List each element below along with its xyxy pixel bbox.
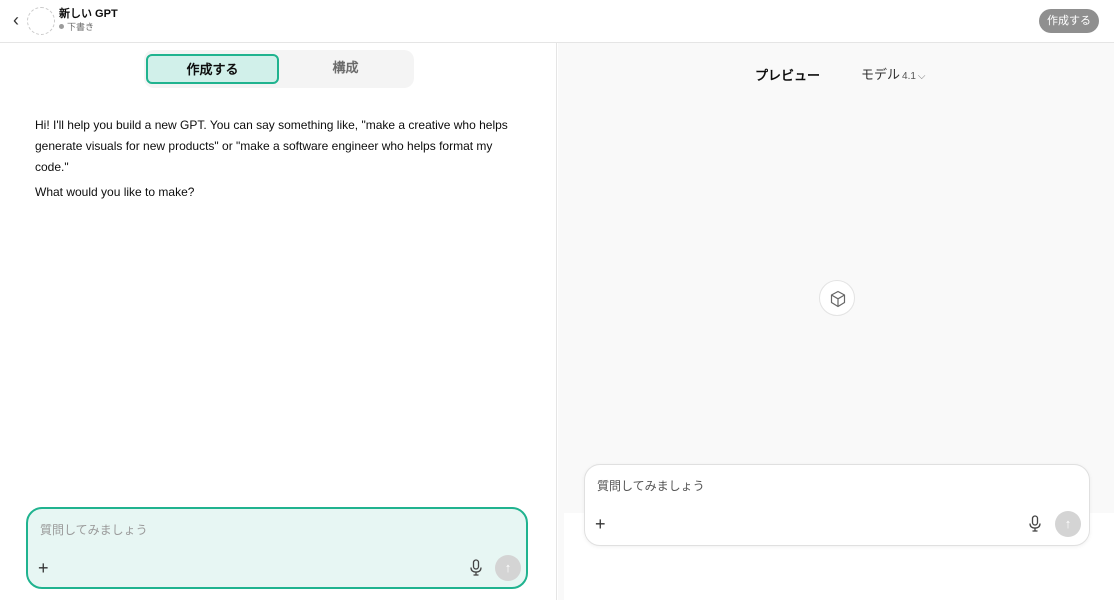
gpt-name: 新しい GPT bbox=[59, 8, 118, 20]
tab-configure[interactable]: 構成 bbox=[279, 54, 412, 84]
cube-icon bbox=[819, 280, 855, 316]
top-bar: ‹ 新しい GPT 下書き 作成する bbox=[0, 0, 1114, 43]
tab-create[interactable]: 作成する bbox=[146, 54, 279, 84]
model-label: モデル bbox=[861, 67, 901, 82]
editor-message-input[interactable] bbox=[40, 523, 460, 537]
gpt-avatar[interactable] bbox=[27, 7, 55, 35]
editor-panel: 作成する 構成 Hi! I'll help you build a new GP… bbox=[0, 43, 557, 600]
arrow-up-icon: ↑ bbox=[504, 560, 512, 575]
microphone-icon[interactable] bbox=[469, 559, 483, 577]
draft-status-label: 下書き bbox=[67, 22, 95, 32]
assistant-message-paragraph: Hi! I'll help you build a new GPT. You c… bbox=[35, 118, 508, 174]
plus-icon[interactable]: + bbox=[595, 515, 606, 533]
model-version: 4.1 bbox=[902, 71, 916, 82]
model-selector[interactable]: モデル 4.1 ⌵ bbox=[861, 64, 926, 83]
microphone-icon[interactable] bbox=[1028, 515, 1042, 533]
assistant-message-paragraph: What would you like to make? bbox=[35, 185, 195, 199]
status-dot-icon bbox=[59, 24, 64, 29]
chevron-left-icon[interactable]: ‹ bbox=[8, 10, 24, 32]
chevron-down-icon: ⌵ bbox=[917, 71, 926, 82]
preview-title: プレビュー bbox=[755, 68, 821, 83]
preview-composer: + ↑ bbox=[584, 464, 1090, 546]
editor-composer: + ↑ bbox=[26, 507, 528, 589]
arrow-up-icon: ↑ bbox=[1064, 516, 1072, 531]
send-button[interactable]: ↑ bbox=[1055, 511, 1081, 537]
preview-message-input[interactable] bbox=[597, 479, 1017, 493]
assistant-message: Hi! I'll help you build a new GPT. You c… bbox=[35, 115, 515, 203]
send-button[interactable]: ↑ bbox=[495, 555, 521, 581]
create-button[interactable]: 作成する bbox=[1039, 9, 1099, 33]
editor-tabs: 作成する 構成 bbox=[144, 50, 414, 88]
plus-icon[interactable]: + bbox=[38, 559, 49, 577]
draft-status: 下書き bbox=[59, 22, 94, 33]
